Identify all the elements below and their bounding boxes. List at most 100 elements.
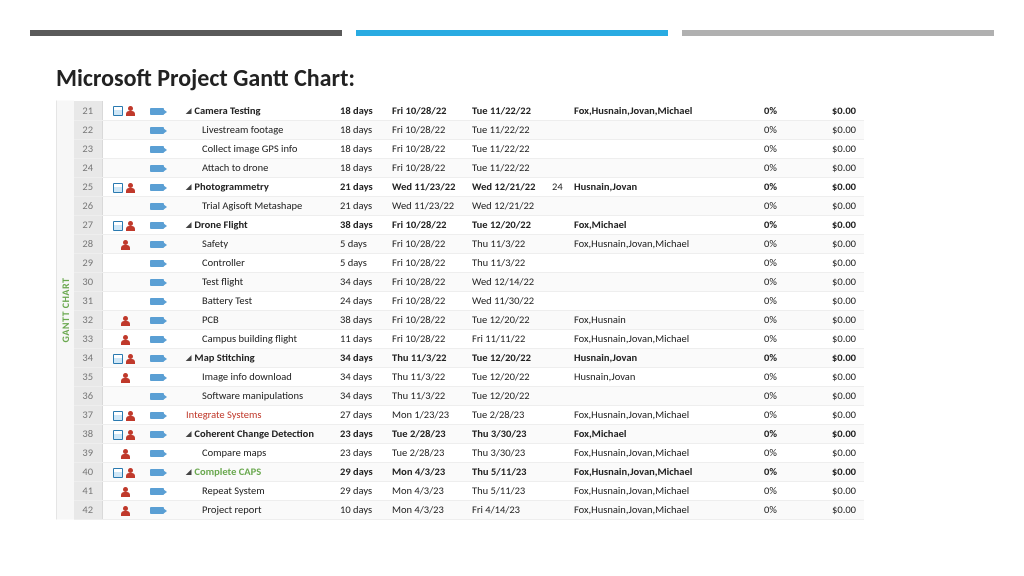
duration-cell[interactable]: 21 days	[336, 196, 388, 215]
percent-cell[interactable]: 0%	[760, 405, 804, 424]
table-row[interactable]: 25Photogrammetry21 daysWed 11/23/22Wed 1…	[74, 177, 864, 196]
start-cell[interactable]: Thu 11/3/22	[388, 367, 468, 386]
table-row[interactable]: 32PCB38 daysFri 10/28/22Tue 12/20/22Fox,…	[74, 310, 864, 329]
start-cell[interactable]: Mon 1/23/23	[388, 405, 468, 424]
finish-cell[interactable]: Tue 12/20/22	[468, 310, 548, 329]
percent-cell[interactable]: 0%	[760, 386, 804, 405]
start-cell[interactable]: Fri 10/28/22	[388, 139, 468, 158]
start-cell[interactable]: Fri 10/28/22	[388, 215, 468, 234]
predecessor-cell[interactable]	[548, 253, 570, 272]
cost-cell[interactable]: $0.00	[804, 101, 864, 120]
cost-cell[interactable]: $0.00	[804, 500, 864, 519]
cost-cell[interactable]: $0.00	[804, 291, 864, 310]
finish-cell[interactable]: Tue 12/20/22	[468, 386, 548, 405]
start-cell[interactable]: Thu 11/3/22	[388, 348, 468, 367]
start-cell[interactable]: Fri 10/28/22	[388, 101, 468, 120]
table-row[interactable]: 24Attach to drone18 daysFri 10/28/22Tue …	[74, 158, 864, 177]
percent-cell[interactable]: 0%	[760, 196, 804, 215]
table-row[interactable]: 42Project report10 daysMon 4/3/23Fri 4/1…	[74, 500, 864, 519]
cost-cell[interactable]: $0.00	[804, 329, 864, 348]
resources-cell[interactable]	[570, 139, 760, 158]
task-name-cell[interactable]: Collect image GPS info	[168, 139, 336, 158]
predecessor-cell[interactable]	[548, 291, 570, 310]
cost-cell[interactable]: $0.00	[804, 139, 864, 158]
predecessor-cell[interactable]	[548, 462, 570, 481]
predecessor-cell[interactable]	[548, 120, 570, 139]
resources-cell[interactable]: Fox,Husnain,Jovan,Michael	[570, 481, 760, 500]
table-row[interactable]: 34Map Stitching34 daysThu 11/3/22Tue 12/…	[74, 348, 864, 367]
cost-cell[interactable]: $0.00	[804, 215, 864, 234]
percent-cell[interactable]: 0%	[760, 158, 804, 177]
finish-cell[interactable]: Fri 4/14/23	[468, 500, 548, 519]
resources-cell[interactable]: Fox,Michael	[570, 215, 760, 234]
finish-cell[interactable]: Thu 11/3/22	[468, 234, 548, 253]
resources-cell[interactable]: Fox,Husnain	[570, 310, 760, 329]
resources-cell[interactable]: Fox,Husnain,Jovan,Michael	[570, 329, 760, 348]
predecessor-cell[interactable]	[548, 196, 570, 215]
cost-cell[interactable]: $0.00	[804, 424, 864, 443]
finish-cell[interactable]: Tue 11/22/22	[468, 139, 548, 158]
task-name-cell[interactable]: Map Stitching	[168, 348, 336, 367]
percent-cell[interactable]: 0%	[760, 443, 804, 462]
task-name-cell[interactable]: Safety	[168, 234, 336, 253]
resources-cell[interactable]: Fox,Husnain,Jovan,Michael	[570, 405, 760, 424]
duration-cell[interactable]: 5 days	[336, 253, 388, 272]
start-cell[interactable]: Wed 11/23/22	[388, 177, 468, 196]
percent-cell[interactable]: 0%	[760, 253, 804, 272]
cost-cell[interactable]: $0.00	[804, 367, 864, 386]
cost-cell[interactable]: $0.00	[804, 253, 864, 272]
start-cell[interactable]: Fri 10/28/22	[388, 329, 468, 348]
finish-cell[interactable]: Tue 11/22/22	[468, 120, 548, 139]
predecessor-cell[interactable]	[548, 101, 570, 120]
duration-cell[interactable]: 24 days	[336, 291, 388, 310]
percent-cell[interactable]: 0%	[760, 310, 804, 329]
percent-cell[interactable]: 0%	[760, 177, 804, 196]
finish-cell[interactable]: Tue 11/22/22	[468, 101, 548, 120]
percent-cell[interactable]: 0%	[760, 348, 804, 367]
table-row[interactable]: 38Coherent Change Detection23 daysTue 2/…	[74, 424, 864, 443]
cost-cell[interactable]: $0.00	[804, 120, 864, 139]
task-name-cell[interactable]: Software manipulations	[168, 386, 336, 405]
finish-cell[interactable]: Fri 11/11/22	[468, 329, 548, 348]
duration-cell[interactable]: 29 days	[336, 481, 388, 500]
predecessor-cell[interactable]	[548, 139, 570, 158]
task-name-cell[interactable]: Project report	[168, 500, 336, 519]
percent-cell[interactable]: 0%	[760, 120, 804, 139]
task-name-cell[interactable]: Controller	[168, 253, 336, 272]
duration-cell[interactable]: 34 days	[336, 367, 388, 386]
percent-cell[interactable]: 0%	[760, 500, 804, 519]
start-cell[interactable]: Fri 10/28/22	[388, 272, 468, 291]
finish-cell[interactable]: Wed 11/30/22	[468, 291, 548, 310]
resources-cell[interactable]	[570, 386, 760, 405]
finish-cell[interactable]: Tue 12/20/22	[468, 215, 548, 234]
resources-cell[interactable]: Husnain,Jovan	[570, 348, 760, 367]
predecessor-cell[interactable]	[548, 348, 570, 367]
resources-cell[interactable]: Fox,Husnain,Jovan,Michael	[570, 101, 760, 120]
task-name-cell[interactable]: Image info download	[168, 367, 336, 386]
finish-cell[interactable]: Tue 12/20/22	[468, 348, 548, 367]
finish-cell[interactable]: Thu 5/11/23	[468, 462, 548, 481]
finish-cell[interactable]: Wed 12/21/22	[468, 196, 548, 215]
duration-cell[interactable]: 38 days	[336, 310, 388, 329]
start-cell[interactable]: Fri 10/28/22	[388, 120, 468, 139]
predecessor-cell[interactable]	[548, 405, 570, 424]
cost-cell[interactable]: $0.00	[804, 386, 864, 405]
percent-cell[interactable]: 0%	[760, 101, 804, 120]
resources-cell[interactable]	[570, 158, 760, 177]
resources-cell[interactable]: Fox,Husnain,Jovan,Michael	[570, 443, 760, 462]
task-name-cell[interactable]: Coherent Change Detection	[168, 424, 336, 443]
task-name-cell[interactable]: Photogrammetry	[168, 177, 336, 196]
predecessor-cell[interactable]	[548, 158, 570, 177]
duration-cell[interactable]: 21 days	[336, 177, 388, 196]
table-row[interactable]: 27Drone Flight38 daysFri 10/28/22Tue 12/…	[74, 215, 864, 234]
percent-cell[interactable]: 0%	[760, 367, 804, 386]
table-row[interactable]: 26Trial Agisoft Metashape21 daysWed 11/2…	[74, 196, 864, 215]
duration-cell[interactable]: 23 days	[336, 443, 388, 462]
predecessor-cell[interactable]: 24	[548, 177, 570, 196]
start-cell[interactable]: Tue 2/28/23	[388, 443, 468, 462]
finish-cell[interactable]: Thu 3/30/23	[468, 424, 548, 443]
duration-cell[interactable]: 18 days	[336, 120, 388, 139]
predecessor-cell[interactable]	[548, 443, 570, 462]
task-name-cell[interactable]: Repeat System	[168, 481, 336, 500]
cost-cell[interactable]: $0.00	[804, 481, 864, 500]
